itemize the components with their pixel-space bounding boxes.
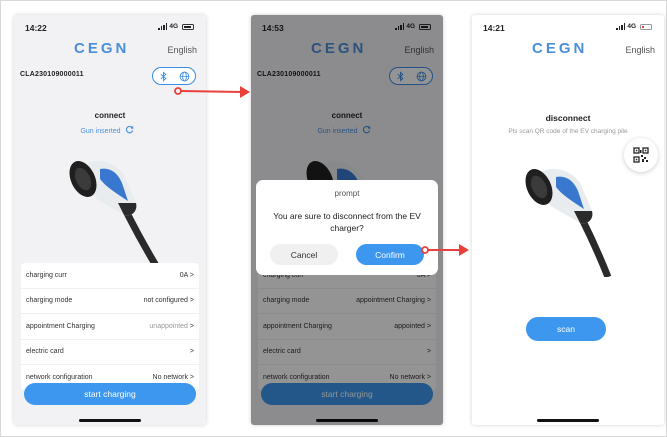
annotation-arrows — [174, 86, 469, 256]
arrow-to-screen2 — [174, 86, 250, 98]
arrow-to-screen3 — [421, 244, 469, 256]
tutorial-canvas: 14:22 4G CEGN English CLA230109000011 co… — [0, 0, 667, 437]
